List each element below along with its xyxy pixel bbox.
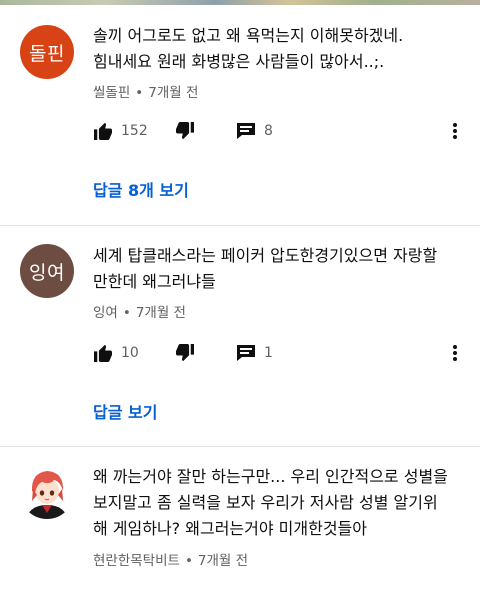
reply-count-button[interactable]: 8 [236,117,273,145]
comment-text: 왜 까는거야 잘만 하는구만... 우리 인간적으로 성별을 보지말고 좀 실력… [93,464,463,542]
view-replies-link[interactable]: 답글 8개 보기 [93,177,189,201]
comment-time: 7개월 전 [148,85,199,101]
anime-avatar-image [20,465,74,519]
more-options-button[interactable] [447,339,463,367]
comment-time: 7개월 전 [135,305,186,321]
thumbs-up-icon [93,122,113,140]
comment-text-line: 세계 탑클래스라는 페이커 압도한경기있으면 자랑할 [93,246,438,265]
like-button[interactable]: 152 [93,117,148,145]
comment-text-line: 힘내세요 원래 화병많은 사람들이 많아서..;. [93,52,385,71]
comment-text-line: 해 게임하나? 왜그러는거야 미개한것들아 [93,519,367,538]
comment-thread: 왜 까는거야 잘만 하는구만... 우리 인간적으로 성별을 보지말고 좀 실력… [0,447,480,591]
avatar[interactable]: 돌핀 [20,25,74,79]
comment-icon [236,122,256,140]
meta-separator: • [122,305,131,321]
author-name[interactable]: 현란한목탁비트 [93,553,180,569]
avatar[interactable] [20,465,74,519]
like-count: 10 [121,345,139,361]
comment-text-line: 왜 까는거야 잘만 하는구만... 우리 인간적으로 성별을 [93,467,448,486]
thumbs-down-icon [175,122,195,140]
more-vertical-icon [452,122,458,140]
comment-text: 세계 탑클래스라는 페이커 압도한경기있으면 자랑할 만한데 왜그러냐들 [93,243,463,295]
more-vertical-icon [452,344,458,362]
meta-separator: • [135,85,144,101]
thumbs-down-icon [175,344,195,362]
comment-thread: 잉여 세계 탑클래스라는 페이커 압도한경기있으면 자랑할 만한데 왜그러냐들 … [0,226,480,446]
comment-actions: 10 1 [93,339,473,367]
meta-separator: • [184,553,193,569]
dislike-button[interactable] [175,339,195,367]
comment-actions: 152 8 [93,117,473,145]
avatar[interactable]: 잉여 [20,244,74,298]
dislike-button[interactable] [175,117,195,145]
reply-count: 1 [264,345,273,361]
comment-meta: 잉여 • 7개월 전 [93,301,186,321]
comment-text-line: 만한데 왜그러냐들 [93,272,216,291]
comment-text-line: 보지말고 좀 실력을 보자 우리가 저사람 성별 알기위 [93,493,438,512]
view-replies-link[interactable]: 답글 보기 [93,399,157,423]
like-button[interactable]: 10 [93,339,139,367]
comment-text-line: 솔끼 어그로도 없고 왜 욕먹는지 이해못하겠네. [93,26,404,45]
comment-text: 솔끼 어그로도 없고 왜 욕먹는지 이해못하겠네. 힘내세요 원래 화병많은 사… [93,23,463,75]
author-name[interactable]: 잉여 [93,305,118,321]
author-name[interactable]: 씰돌핀 [93,85,130,101]
more-options-button[interactable] [447,117,463,145]
reply-count-button[interactable]: 1 [236,339,273,367]
comment-icon [236,344,256,362]
comment-thread: 돌핀 솔끼 어그로도 없고 왜 욕먹는지 이해못하겠네. 힘내세요 원래 화병많… [0,5,480,225]
thumbs-up-icon [93,344,113,362]
comment-meta: 현란한목탁비트 • 7개월 전 [93,549,248,569]
comment-meta: 씰돌핀 • 7개월 전 [93,81,198,101]
like-count: 152 [121,123,148,139]
comment-time: 7개월 전 [197,553,249,569]
reply-count: 8 [264,123,273,139]
